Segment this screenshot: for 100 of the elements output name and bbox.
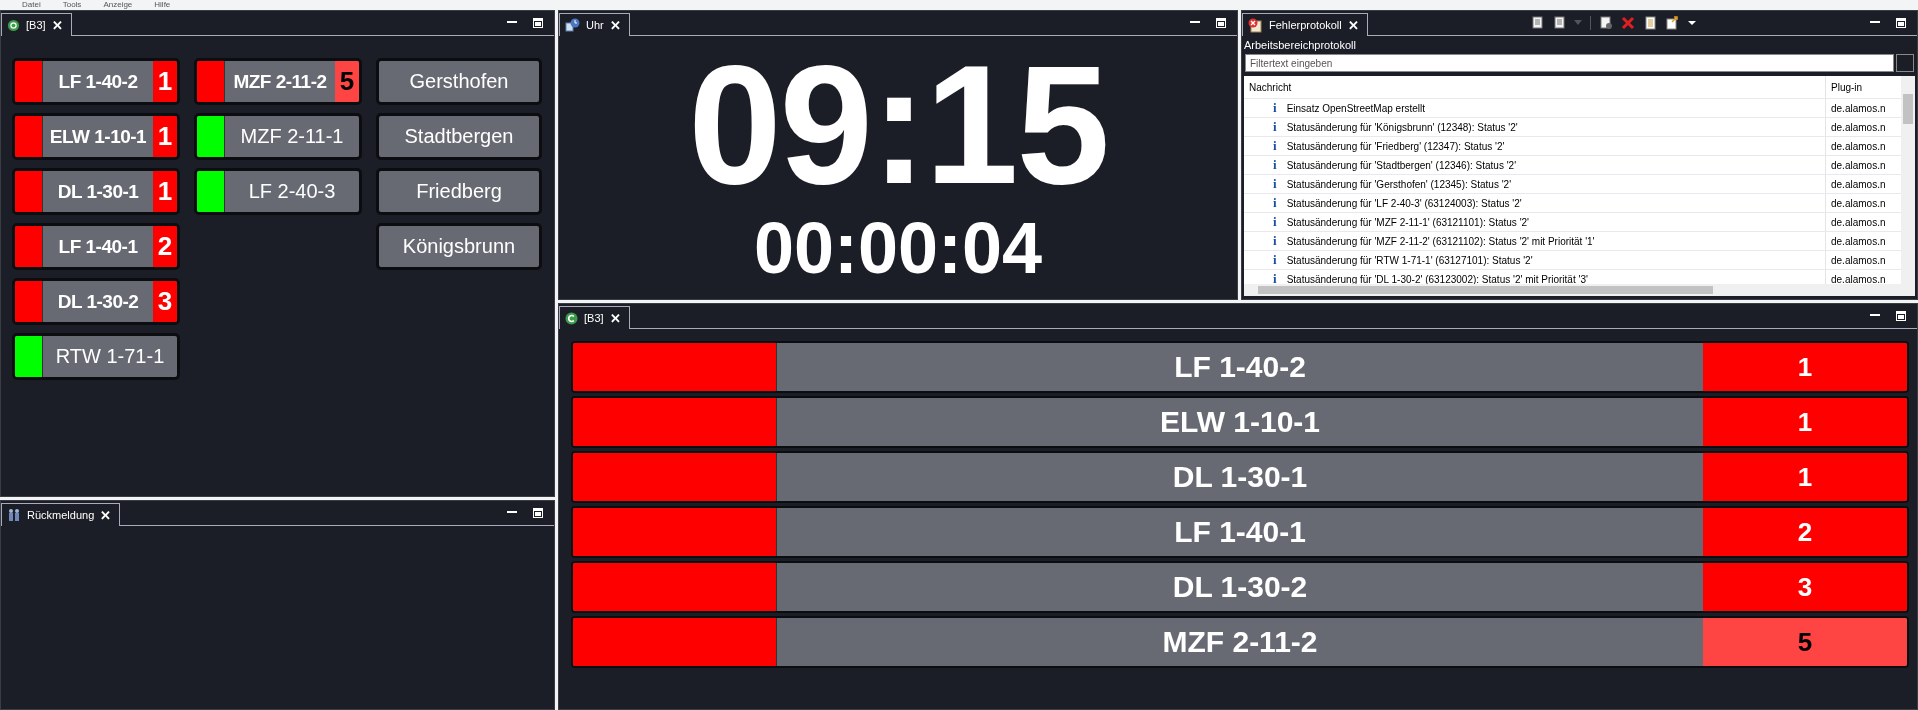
document-icon[interactable]: [1642, 16, 1657, 30]
menu-item[interactable]: Datei: [22, 0, 41, 10]
log-message: Statusänderung für 'DL 1-30-2' (63123002): Status '2' mit Priorität '3': [1286, 273, 1588, 284]
vehicle-name: ELW 1-10-1: [48, 124, 148, 149]
close-icon[interactable]: ✕: [1347, 17, 1359, 33]
vehicle-tile[interactable]: DL 1-30-2 3: [12, 278, 180, 325]
priority-number: 2: [153, 226, 177, 267]
log-message: Einsatz OpenStreetMap erstellt: [1286, 102, 1426, 114]
log-message: Statusänderung für 'MZF 2-11-1' (63121101): Status '2': [1286, 216, 1530, 228]
info-icon: i: [1273, 100, 1277, 116]
maximize-icon[interactable]: [1895, 17, 1907, 29]
station-button[interactable]: Stadtbergen: [376, 113, 542, 160]
clear-filter-button[interactable]: [1896, 54, 1914, 72]
vehicle-name: DL 1-30-2: [1171, 569, 1309, 605]
filter-field[interactable]: Filtertext eingeben: [1245, 54, 1894, 72]
log-message: Statusänderung für 'Friedberg' (12347): Status '2': [1286, 140, 1505, 152]
log-message: Statusänderung für 'RTW 1-71-1' (63127101): Status '2': [1286, 254, 1533, 266]
log-subtitle: Arbeitsbereichprotokoll: [1243, 38, 1357, 53]
vehicle-name: DL 1-30-1: [1171, 459, 1309, 495]
close-icon[interactable]: ✕: [51, 17, 63, 33]
tab-label: Fehlerprotokoll: [1269, 19, 1342, 31]
priority-number: 1: [153, 61, 177, 102]
panel-tab[interactable]: Uhr ✕: [559, 13, 630, 36]
log-message: Statusänderung für 'LF 2-40-3' (63124003): Status '2': [1286, 197, 1522, 209]
maximize-icon[interactable]: [1215, 17, 1227, 29]
priority-number: 1: [1703, 453, 1907, 501]
tab-label: [B3]: [26, 19, 46, 31]
vehicle-name: LF 1-40-1: [57, 234, 139, 259]
view-menu-icon[interactable]: [1686, 19, 1697, 27]
export-icon[interactable]: [1664, 16, 1679, 30]
close-icon[interactable]: ✕: [609, 17, 621, 33]
vehicle-tile[interactable]: DL 1-30-1 1: [12, 168, 180, 215]
priority-number: 5: [335, 61, 359, 102]
priority-number: 3: [1703, 563, 1907, 611]
vehicle-tile[interactable]: MZF 2-11-1: [194, 113, 362, 160]
info-icon: i: [1273, 195, 1277, 211]
c-badge-icon: [565, 311, 578, 325]
close-icon[interactable]: ✕: [100, 507, 112, 523]
panel-tab[interactable]: Rückmeldung ✕: [1, 503, 121, 526]
info-icon: i: [1273, 214, 1277, 230]
clock-time: 09:15: [688, 40, 1108, 210]
vehicle-tile[interactable]: MZF 2-11-2 5: [194, 58, 362, 105]
document-icon[interactable]: [1551, 16, 1566, 30]
vehicle-name: RTW 1-71-1: [54, 344, 166, 369]
station-button[interactable]: Gersthofen: [376, 58, 542, 105]
info-icon: i: [1273, 157, 1277, 173]
tab-label: Uhr: [586, 19, 604, 31]
vehicle-name: LF 1-40-1: [1173, 514, 1307, 550]
info-icon: i: [1273, 138, 1277, 154]
maximize-icon[interactable]: [1895, 310, 1907, 322]
error-log-icon: [1248, 17, 1263, 33]
vertical-scrollbar[interactable]: [1901, 76, 1915, 284]
priority-number: 2: [1703, 508, 1907, 556]
vehicle-name: DL 1-30-2: [56, 289, 140, 314]
info-icon: i: [1273, 176, 1277, 192]
log-message: Statusänderung für 'MZF 2-11-2' (63121102): Status '2' mit Priorität '1': [1286, 235, 1595, 247]
vehicle-name: LF 1-40-2: [57, 69, 139, 94]
vehicle-tile[interactable]: RTW 1-71-1: [12, 333, 180, 380]
station-button[interactable]: Friedberg: [376, 168, 542, 215]
priority-number: 1: [1703, 343, 1907, 391]
close-icon[interactable]: ✕: [609, 310, 621, 326]
vehicle-tile[interactable]: LF 1-40-1 2: [12, 223, 180, 270]
menu-item[interactable]: Hilfe: [154, 0, 171, 10]
info-icon: i: [1273, 252, 1277, 268]
panel-tab[interactable]: Fehlerprotokoll ✕: [1242, 13, 1368, 36]
priority-number: 3: [153, 281, 177, 322]
people-icon: [7, 508, 21, 522]
document-icon[interactable]: [1529, 16, 1544, 30]
delete-icon[interactable]: [1620, 16, 1635, 30]
tab-label: Rückmeldung: [27, 509, 95, 521]
vehicle-name: MZF 2-11-2: [232, 69, 328, 94]
maximize-icon[interactable]: [532, 507, 544, 519]
vehicle-name: MZF 2-11-1: [239, 124, 345, 149]
vehicle-tile[interactable]: LF 2-40-3: [194, 168, 362, 215]
panel-tab[interactable]: [B3] ✕: [559, 306, 630, 329]
horizontal-scrollbar[interactable]: [1244, 284, 1915, 296]
vehicle-tile[interactable]: LF 1-40-2 1: [12, 58, 180, 105]
info-icon: i: [1273, 119, 1277, 135]
vehicle-tile[interactable]: ELW 1-10-1 1: [12, 113, 180, 160]
log-message: Statusänderung für 'Gersthofen' (12345): Status '2': [1286, 178, 1512, 190]
target-icon: [7, 18, 20, 32]
vehicle-name: LF 2-40-3: [247, 179, 337, 204]
vehicle-name: DL 1-30-1: [56, 179, 140, 204]
maximize-icon[interactable]: [532, 17, 544, 29]
station-button[interactable]: Königsbrunn: [376, 223, 542, 270]
menu-item[interactable]: Anzeige: [103, 0, 133, 10]
log-message: Statusänderung für 'Stadtbergen' (12346): Status '2': [1286, 159, 1517, 171]
priority-number: 1: [1703, 398, 1907, 446]
menu-item[interactable]: Tools: [62, 0, 82, 10]
log-message: Statusänderung für 'Königsbrunn' (12348): Status '2': [1286, 121, 1518, 133]
elapsed-time: 00:00:04: [753, 210, 1043, 286]
priority-number: 1: [153, 171, 177, 212]
info-icon: i: [1273, 271, 1277, 284]
document-gear-icon[interactable]: [1598, 16, 1613, 30]
priority-number: 1: [153, 116, 177, 157]
tab-label: [B3]: [584, 312, 604, 324]
vehicle-name: LF 1-40-2: [1173, 349, 1307, 385]
panel-tab[interactable]: [B3] ✕: [1, 13, 72, 36]
column-header[interactable]: Nachricht: [1244, 81, 1825, 93]
priority-number: 5: [1703, 618, 1907, 666]
